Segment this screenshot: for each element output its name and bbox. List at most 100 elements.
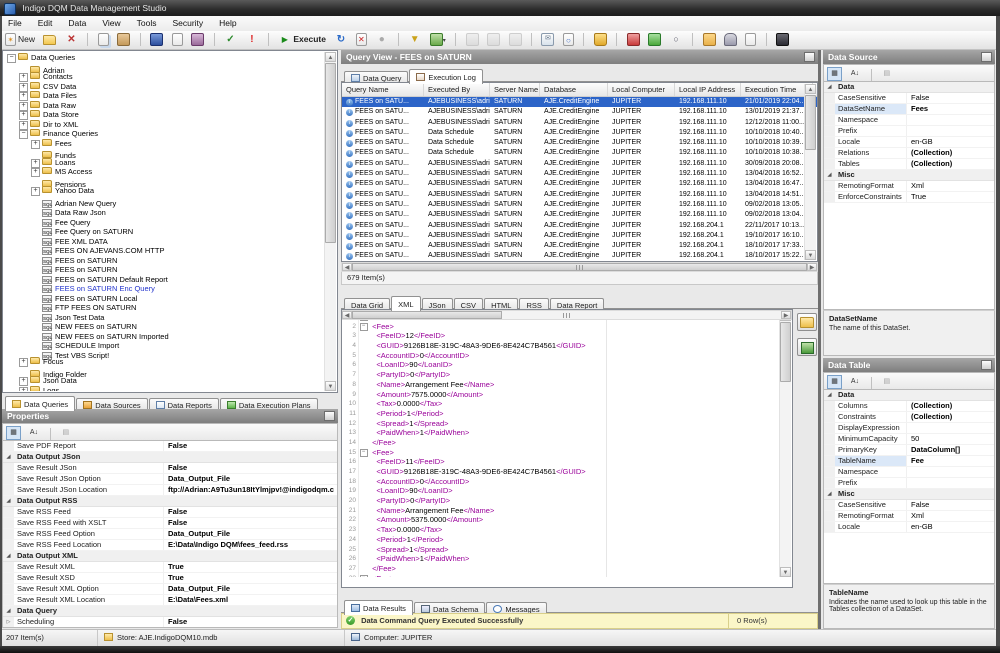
column-header-local-computer[interactable]: Local Computer — [608, 83, 675, 96]
export-result-button[interactable] — [797, 338, 817, 356]
menu-item-help[interactable]: Help — [211, 16, 244, 31]
xml-line[interactable]: 20 <PartyID>0</PartyID> — [343, 496, 780, 506]
property-row[interactable]: PrimaryKeyDataColumn[] — [824, 445, 994, 456]
property-category[interactable]: ◢Data — [824, 390, 994, 401]
xml-line[interactable]: 8 <Name>Arrangement Fee</Name> — [343, 380, 780, 390]
property-row[interactable]: Save Result JSon OptionData_Output_File — [3, 474, 337, 485]
fold-collapse-icon[interactable]: − — [359, 448, 368, 458]
alert-button[interactable]: ! — [243, 31, 260, 48]
category-collapse-icon[interactable]: ◢ — [824, 390, 835, 400]
property-category[interactable]: ◢Data Output RSS — [3, 496, 337, 507]
category-collapse-icon[interactable]: ◢ — [3, 551, 14, 561]
column-header-execution-time[interactable]: Execution Time — [741, 83, 813, 96]
xml-line[interactable]: 26 <PaidWhen>1</PaidWhen> — [343, 554, 780, 564]
tree-item[interactable]: Pensions — [4, 177, 324, 187]
data-store-button[interactable] — [625, 31, 642, 48]
log-row[interactable]: iFEES on SATU...AJEBUSINESS\adrianSATURN… — [342, 107, 817, 117]
email-button[interactable]: ✉ — [539, 31, 556, 48]
scroll-up-arrow[interactable]: ▲ — [805, 84, 816, 94]
tree-item[interactable]: SQLData Raw Json — [4, 205, 324, 215]
sort-alphabetical-button[interactable]: A↓ — [26, 426, 41, 440]
log-row[interactable]: iFEES on SATU...Data ScheduleSATURNAJE.C… — [342, 138, 817, 148]
save-button[interactable] — [148, 31, 165, 48]
categorize-button[interactable]: ▦ — [827, 375, 842, 389]
log-row[interactable]: iFEES on SATU...Data ScheduleSATURNAJE.C… — [342, 128, 817, 138]
property-category[interactable]: ◢Misc — [824, 170, 994, 181]
property-row[interactable]: TableNameFee — [824, 456, 994, 467]
log-row[interactable]: iFEES on SATU...AJEBUSINESS\adrianSATURN… — [342, 200, 817, 210]
manage-button[interactable] — [189, 31, 206, 48]
refresh-button[interactable]: ↻ — [332, 31, 349, 48]
xml-line[interactable]: 11 <Period>1</Period> — [343, 409, 780, 419]
xml-line[interactable]: 12 <Spread>1</Spread> — [343, 419, 780, 429]
categorize-button[interactable]: ▦ — [827, 67, 842, 81]
scroll-down-arrow[interactable]: ▼ — [325, 381, 336, 391]
tree-item[interactable]: +Contacts — [4, 72, 324, 82]
scroll-right-arrow[interactable]: ▶ — [807, 263, 817, 271]
tree-item[interactable]: SQLFee Query — [4, 215, 324, 225]
sort-alphabetical-button[interactable]: A↓ — [847, 375, 862, 389]
tree-item[interactable]: −Data Queries — [4, 53, 324, 63]
tree-item[interactable]: −Finance Queries — [4, 129, 324, 139]
tab-data-results[interactable]: Data Results — [344, 600, 413, 615]
open-result-button[interactable] — [797, 313, 817, 331]
category-collapse-icon[interactable]: ◢ — [3, 452, 14, 462]
menu-item-data[interactable]: Data — [60, 16, 94, 31]
log-row[interactable]: iFEES on SATU...AJEBUSINESS\adrianSATURN… — [342, 251, 817, 261]
xml-line[interactable]: 19 <LoanID>90</LoanID> — [343, 486, 780, 496]
property-category[interactable]: ◢Data Output XML — [3, 551, 337, 562]
cancel-execution-button[interactable]: ✕ — [354, 31, 369, 48]
xml-result-editor[interactable]: 1−<Fees>2− <Fee>3 <FeeID>12</FeeID>4 <GU… — [341, 309, 793, 588]
expand-icon[interactable]: + — [19, 73, 28, 82]
panel-options-icon[interactable] — [981, 360, 992, 370]
panel-options-icon[interactable] — [324, 411, 335, 421]
property-row[interactable]: Localeen-GB — [824, 522, 994, 533]
xml-line[interactable]: 28− <Fee> — [343, 574, 780, 577]
tree-item[interactable]: SQLNEW FEES on SATURN — [4, 319, 324, 329]
property-pages-button[interactable]: ▤ — [879, 375, 894, 389]
xml-line[interactable]: 5 <AccountID>0</AccountID> — [343, 351, 780, 361]
log-row[interactable]: iFEES on SATU...AJEBUSINESS\adrianSATURN… — [342, 97, 817, 107]
property-row[interactable]: MinimumCapacity50 — [824, 434, 994, 445]
open-button[interactable] — [41, 31, 58, 48]
property-category[interactable]: ◢Data — [824, 82, 994, 93]
scroll-down-arrow[interactable]: ▼ — [805, 250, 816, 260]
property-row[interactable]: Prefix — [824, 126, 994, 137]
xml-line[interactable]: 9 <Amount>7575.0000</Amount> — [343, 390, 780, 400]
property-row[interactable]: Save RSS Feed OptionData_Output_File — [3, 529, 337, 540]
copy-button[interactable] — [96, 31, 111, 48]
xml-line[interactable]: 3 <FeeID>12</FeeID> — [343, 331, 780, 341]
document-button[interactable] — [507, 31, 524, 48]
tree-item[interactable]: SQLFEES on SATURN Local — [4, 291, 324, 301]
property-row[interactable]: Constraints(Collection) — [824, 412, 994, 423]
xml-line[interactable]: 15− <Fee> — [343, 448, 780, 458]
encrypt-button[interactable] — [592, 31, 609, 48]
category-collapse-icon[interactable]: ◢ — [3, 606, 14, 616]
property-row[interactable]: Prefix — [824, 478, 994, 489]
category-collapse-icon[interactable]: ◢ — [824, 82, 835, 92]
tab-execution-log[interactable]: Execution Log — [409, 69, 483, 84]
scroll-left-arrow[interactable]: ◀ — [342, 263, 352, 271]
row-expand-icon[interactable]: ▷ — [3, 617, 14, 627]
tree-item[interactable]: SQLFEE XML DATA — [4, 234, 324, 244]
tree-item[interactable]: SQLJson Test Data — [4, 310, 324, 320]
tree-item[interactable]: +Data Store — [4, 110, 324, 120]
database-button[interactable] — [722, 31, 739, 48]
data-view-button[interactable] — [646, 31, 663, 48]
scroll-thumb[interactable] — [805, 95, 816, 150]
query-view-header-icon[interactable] — [804, 52, 815, 62]
vertical-splitter[interactable] — [818, 50, 821, 629]
profiler-button[interactable] — [774, 31, 791, 48]
new-button[interactable]: ✶New — [3, 31, 37, 48]
property-row[interactable]: EnforceConstraintsTrue — [824, 192, 994, 203]
xml-line[interactable]: 18 <AccountID>0</AccountID> — [343, 477, 780, 487]
property-row[interactable]: Localeen-GB — [824, 137, 994, 148]
xml-line[interactable]: 4 <GUID>9126B18E-319C-48A3-9DE6-8E424C7B… — [343, 341, 780, 351]
menu-item-tools[interactable]: Tools — [129, 16, 165, 31]
tab-data-queries[interactable]: Data Queries — [5, 396, 75, 411]
category-collapse-icon[interactable]: ◢ — [824, 489, 835, 499]
xml-line[interactable]: 22 <Amount>5375.0000</Amount> — [343, 515, 780, 525]
property-row[interactable]: Tables(Collection) — [824, 159, 994, 170]
scroll-down-arrow[interactable]: ▼ — [780, 567, 791, 577]
log-row[interactable]: iFEES on SATU...AJEBUSINESS\adrianSATURN… — [342, 221, 817, 231]
